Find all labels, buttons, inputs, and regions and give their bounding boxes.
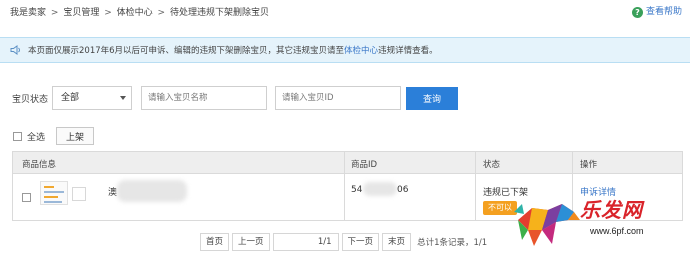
status-select[interactable]: 全部 (52, 86, 132, 110)
breadcrumb-separator: > (104, 8, 112, 18)
thumbnail-graphic (44, 196, 58, 198)
column-header-product-info: 商品信息 (22, 160, 57, 170)
notice-health-center-link[interactable]: 体检中心 (344, 44, 378, 56)
current-page-indicator: 1/1 (272, 233, 339, 251)
breadcrumb-separator: > (50, 8, 59, 18)
notice-bar: 本页面仅展示2017年6月以后可申诉、编辑的违规下架删除宝贝，其它违规宝贝请至 … (0, 37, 690, 63)
select-all-checkbox[interactable]: 全选 (13, 130, 45, 143)
column-header-status: 状态 (483, 160, 501, 170)
last-page-button[interactable]: 末页 (382, 233, 412, 251)
first-page-button[interactable]: 首页 (200, 233, 230, 251)
item-id-input[interactable] (275, 86, 401, 110)
speaker-icon (10, 45, 20, 55)
redacted-product-id (363, 182, 397, 196)
product-thumbnail[interactable] (40, 181, 68, 205)
status-select-value: 全部 (61, 93, 80, 103)
notice-text: 本页面仅展示2017年6月以后可申诉、编辑的违规下架删除宝贝，其它违规宝贝请至 (28, 46, 345, 56)
thumbnail-graphic (44, 186, 54, 188)
question-icon: ? (631, 6, 643, 18)
product-thumbnail-secondary (72, 187, 86, 201)
column-header-actions: 操作 (580, 160, 598, 170)
breadcrumb-item-health-center[interactable]: 体检中心 (117, 8, 153, 18)
select-all-label: 全选 (27, 133, 46, 143)
watermark-brand: 乐发网 (580, 198, 643, 222)
thumbnail-graphic (44, 191, 64, 193)
item-name-input[interactable] (141, 86, 267, 110)
table-header: 商品信息 商品ID 状态 操作 (13, 152, 682, 174)
shelve-button[interactable]: 上架 (56, 127, 94, 145)
next-page-button[interactable]: 下一页 (341, 233, 380, 251)
watermark-url: www.6pf.com (590, 226, 644, 236)
product-name[interactable]: 澳 (108, 185, 117, 198)
redacted-product-name (117, 180, 187, 202)
breadcrumb-item-current: 待处理违规下架删除宝贝 (169, 8, 269, 18)
help-label: 查看帮助 (645, 7, 682, 17)
breadcrumb-separator: > (157, 8, 166, 18)
prev-page-button[interactable]: 上一页 (232, 233, 270, 251)
breadcrumb-item-seller[interactable]: 我是卖家 (10, 8, 46, 18)
help-link[interactable]: ? 查看帮助 (631, 5, 682, 19)
notice-text-end: 违规详情查看。 (378, 46, 438, 56)
status-filter-label: 宝贝状态 (12, 95, 49, 105)
watermark: 乐发网 www.6pf.com (512, 188, 690, 253)
product-id-start: 54 (351, 185, 363, 195)
bull-logo-icon (514, 204, 580, 246)
chevron-down-icon (120, 96, 126, 100)
pagination-summary: 总计1条记录，1/1 (417, 238, 488, 248)
row-checkbox[interactable] (22, 193, 31, 202)
breadcrumb-item-item-management[interactable]: 宝贝管理 (63, 8, 99, 18)
product-id-end: 06 (397, 185, 409, 195)
breadcrumb: 我是卖家 > 宝贝管理 > 体检中心 > 待处理违规下架删除宝贝 (10, 6, 269, 20)
search-button[interactable]: 查询 (406, 87, 458, 110)
column-header-product-id: 商品ID (351, 160, 378, 170)
checkbox[interactable] (13, 132, 22, 141)
thumbnail-graphic (44, 201, 62, 203)
pagination: 首页 上一页 1/1 下一页 末页 总计1条记录，1/1 (200, 233, 487, 251)
